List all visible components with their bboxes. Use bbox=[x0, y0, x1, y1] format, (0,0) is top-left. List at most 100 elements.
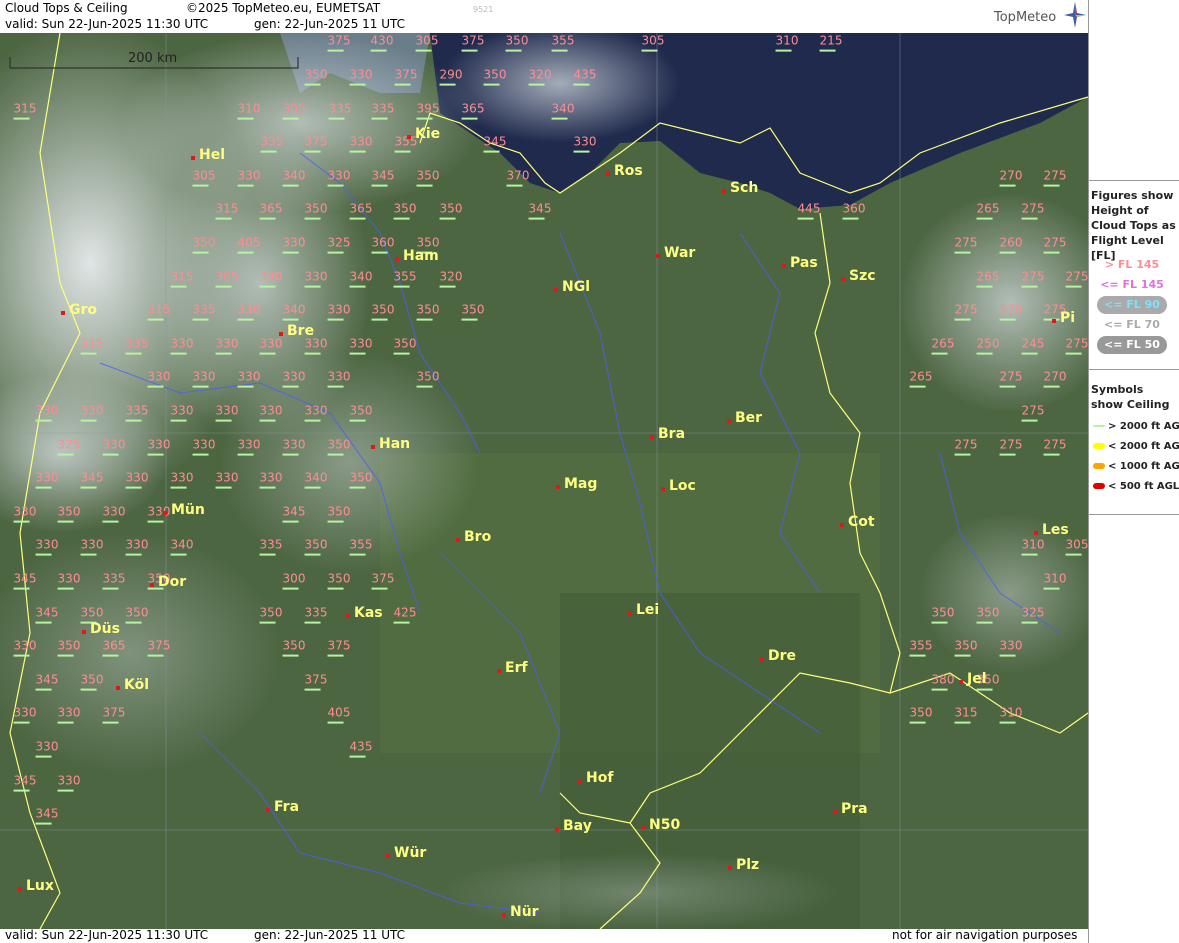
cloud-top-label: 345 bbox=[35, 806, 59, 825]
city-label[interactable]: Han bbox=[370, 436, 410, 452]
cloud-top-label: 265 bbox=[976, 201, 1000, 220]
city-label[interactable]: Lei bbox=[627, 602, 659, 618]
cloud-top-label: 325 bbox=[57, 437, 81, 456]
cloud-top-label: 345 bbox=[35, 672, 59, 691]
topmeteo-logo[interactable]: TopMeteo bbox=[994, 10, 1056, 25]
city-label[interactable]: Bra bbox=[649, 426, 685, 442]
legend-divider bbox=[1089, 514, 1179, 515]
city-label[interactable]: Les bbox=[1034, 522, 1069, 538]
cloud-top-label: 365 bbox=[349, 201, 373, 220]
cloud-top-label: 330 bbox=[192, 369, 216, 388]
city-label[interactable]: Pra bbox=[833, 801, 868, 817]
cloud-top-label: 350 bbox=[327, 504, 351, 523]
city-label[interactable]: Wür bbox=[385, 845, 426, 861]
city-label[interactable]: Lux bbox=[18, 878, 54, 894]
satellite-map[interactable]: 200 km 375 430 305 375 350 355 305 310 215 350 330… bbox=[0, 33, 1088, 929]
cloud-top-label: 350 bbox=[304, 537, 328, 556]
cloud-top-label: 315 bbox=[215, 201, 239, 220]
cloud-top-label: 365 bbox=[259, 201, 283, 220]
cloud-top-label: 275 bbox=[1021, 201, 1045, 220]
cloud-top-label: 350 bbox=[57, 638, 81, 657]
cloud-top-label: 350 bbox=[327, 437, 351, 456]
city-label[interactable]: Ros bbox=[606, 163, 643, 179]
cloud-top-label: 375 bbox=[371, 571, 395, 590]
cloud-top-label: 330 bbox=[327, 168, 351, 187]
cloud-top-label: 330 bbox=[35, 470, 59, 489]
cloud-top-label: 340 bbox=[349, 269, 373, 288]
cloud-top-label: 345 bbox=[282, 504, 306, 523]
cloud-top-label: 350 bbox=[259, 605, 283, 624]
cloud-top-label: 330 bbox=[349, 67, 373, 86]
cloud-top-label: 270 bbox=[999, 302, 1023, 321]
city-label[interactable]: Dre bbox=[759, 648, 796, 664]
cloud-top-label: 330 bbox=[13, 705, 37, 724]
city-label[interactable]: Bay bbox=[555, 818, 592, 834]
city-label[interactable]: Dor bbox=[149, 574, 186, 590]
cloud-top-label: 330 bbox=[237, 369, 261, 388]
city-label[interactable]: Szc bbox=[841, 268, 876, 284]
legend-level-le50: <= FL 50 bbox=[1097, 336, 1167, 354]
city-label[interactable]: Bro bbox=[455, 529, 491, 545]
city-label[interactable]: N50 bbox=[640, 817, 680, 833]
cloud-top-label: 350 bbox=[416, 302, 440, 321]
cloud-top-label: 250 bbox=[976, 336, 1000, 355]
cloud-top-label: 345 bbox=[528, 201, 552, 220]
legend-divider bbox=[1089, 180, 1179, 181]
ceiling-lt500: < 500 ft AGL bbox=[1093, 481, 1179, 492]
cloud-top-label: 335 bbox=[125, 403, 149, 422]
cloud-top-label: 350 bbox=[393, 201, 417, 220]
city-label[interactable]: Plz bbox=[727, 857, 759, 873]
cloud-top-label: 340 bbox=[170, 537, 194, 556]
city-label[interactable]: Jel bbox=[959, 671, 987, 687]
legend-level-le90: <= FL 90 bbox=[1097, 296, 1167, 314]
city-label[interactable]: Erf bbox=[497, 660, 528, 676]
ceiling-gt2000-label: > 2000 ft AGL bbox=[1108, 421, 1179, 432]
city-label[interactable]: Mün bbox=[163, 502, 205, 518]
city-label[interactable]: Ber bbox=[726, 410, 762, 426]
city-label[interactable]: Kas bbox=[346, 605, 383, 621]
cloud-top-label: 350 bbox=[125, 605, 149, 624]
cloud-top-label: 395 bbox=[416, 101, 440, 120]
city-label[interactable]: Düs bbox=[82, 621, 120, 637]
city-label[interactable]: Hof bbox=[577, 770, 613, 786]
cloud-top-label: 330 bbox=[215, 470, 239, 489]
cloud-top-label: 275 bbox=[1043, 235, 1067, 254]
cloud-top-label: 435 bbox=[573, 67, 597, 86]
cloud-top-label: 355 bbox=[551, 33, 575, 52]
city-label[interactable]: Pas bbox=[782, 255, 818, 271]
city-label[interactable]: Pi bbox=[1051, 310, 1075, 326]
header-bar: Cloud Tops & Ceiling ©2025 TopMeteo.eu, … bbox=[0, 0, 1088, 33]
city-label[interactable]: Kie bbox=[406, 126, 440, 142]
city-label[interactable]: NGl bbox=[553, 279, 590, 295]
cloud-top-label: 330 bbox=[57, 705, 81, 724]
cloud-top-label: 330 bbox=[192, 437, 216, 456]
cloud-top-label: 275 bbox=[954, 302, 978, 321]
city-label[interactable]: Hel bbox=[190, 147, 225, 163]
city-label[interactable]: Sch bbox=[721, 180, 758, 196]
cloud-top-label: 310 bbox=[1043, 571, 1067, 590]
cloud-top-label: 330 bbox=[573, 134, 597, 153]
ceiling-lt500-label: < 500 ft AGL bbox=[1108, 481, 1179, 492]
cloud-top-label: 275 bbox=[999, 437, 1023, 456]
city-label[interactable]: Cot bbox=[840, 514, 875, 530]
cloud-top-label: 305 bbox=[641, 33, 665, 52]
city-label[interactable]: Mag bbox=[555, 476, 597, 492]
city-label[interactable]: Loc bbox=[661, 478, 696, 494]
city-label[interactable]: War bbox=[655, 245, 695, 261]
cloud-top-label: 335 bbox=[102, 571, 126, 590]
cloud-top-label: 305 bbox=[282, 101, 306, 120]
city-label[interactable]: Köl bbox=[115, 677, 149, 693]
map-background bbox=[0, 33, 1088, 929]
cloud-top-label: 335 bbox=[371, 101, 395, 120]
city-label[interactable]: Nür bbox=[502, 904, 539, 920]
city-label[interactable]: Ham bbox=[395, 248, 439, 264]
cloud-top-label: 355 bbox=[349, 537, 373, 556]
cloud-top-label: 375 bbox=[394, 67, 418, 86]
cloud-top-label: 275 bbox=[1043, 437, 1067, 456]
city-label[interactable]: Bre bbox=[278, 323, 314, 339]
city-label[interactable]: Gro bbox=[60, 302, 97, 318]
cloud-top-label: 330 bbox=[147, 437, 171, 456]
cloud-top-label: 275 bbox=[954, 437, 978, 456]
city-label[interactable]: Fra bbox=[265, 799, 299, 815]
cloud-top-label: 430 bbox=[370, 33, 394, 52]
